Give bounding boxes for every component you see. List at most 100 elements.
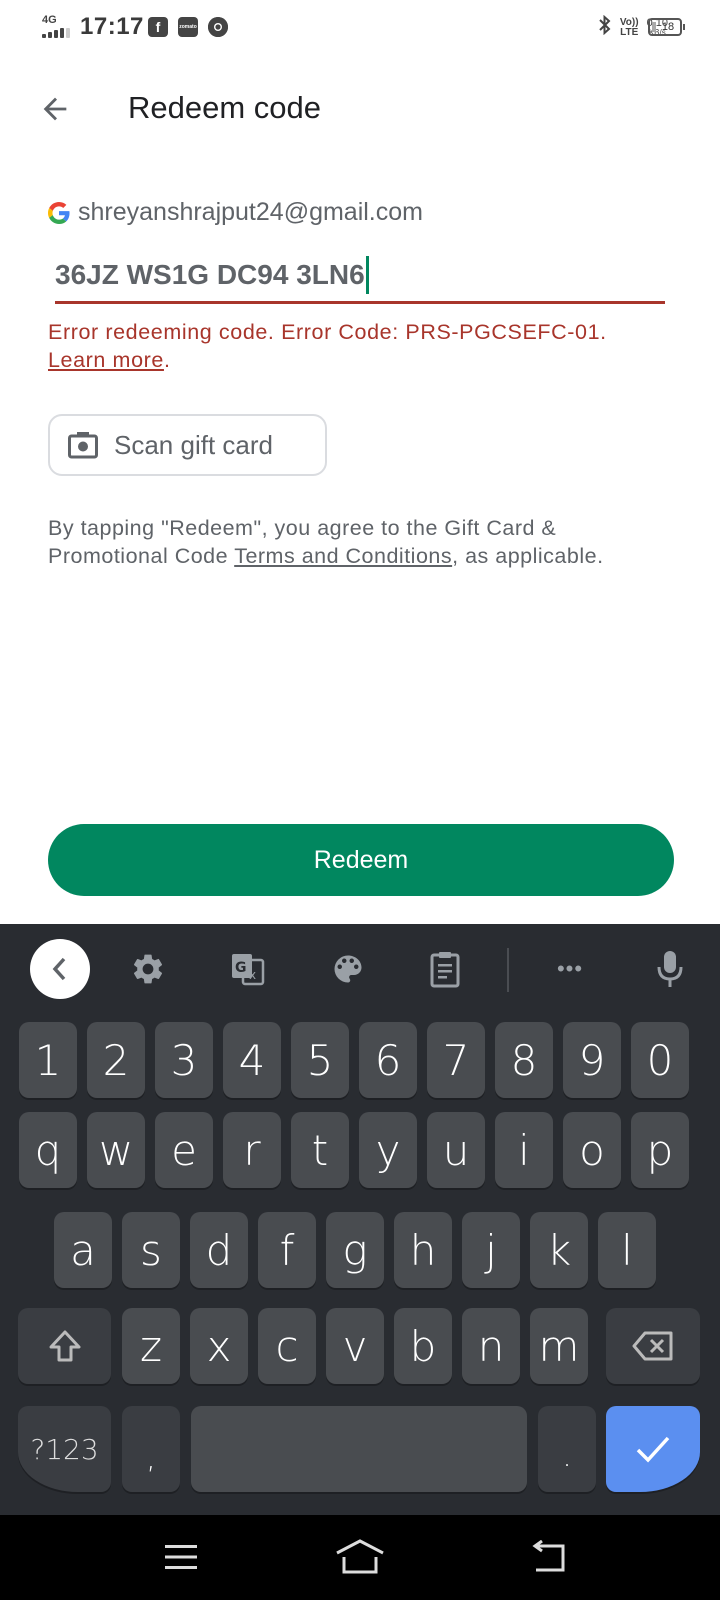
key-w[interactable]: w [87, 1112, 145, 1188]
code-input[interactable]: 36JZ WS1G DC94 3LN6 [55, 250, 665, 304]
key-4[interactable]: 4 [223, 1022, 281, 1098]
app-bar: Redeem code [0, 60, 720, 160]
key-c[interactable]: c [258, 1308, 316, 1384]
text-cursor [365, 256, 369, 294]
key-2[interactable]: 2 [87, 1022, 145, 1098]
key-7[interactable]: 7 [427, 1022, 485, 1098]
key-i[interactable]: i [495, 1112, 553, 1188]
key-s[interactable]: s [122, 1212, 180, 1288]
key-u[interactable]: u [427, 1112, 485, 1188]
keyboard-more-button[interactable]: ••• [540, 939, 600, 999]
menu-icon [165, 1545, 197, 1569]
back-icon [532, 1540, 565, 1572]
key-y[interactable]: y [359, 1112, 417, 1188]
home-icon [336, 1539, 384, 1574]
key-l[interactable]: l [598, 1212, 656, 1288]
shift-icon [49, 1330, 80, 1362]
checkmark-icon [636, 1436, 670, 1463]
code-value: 36JZ WS1G DC94 3LN6 [55, 259, 365, 290]
backspace-key[interactable] [606, 1308, 700, 1384]
keyboard-collapse-button[interactable] [30, 939, 90, 999]
keyboard-clipboard-button[interactable] [415, 939, 475, 999]
battery-icon: 18 [648, 18, 685, 36]
terms-text: By tapping "Redeem", you agree to the Gi… [48, 514, 648, 570]
error-suffix: . [163, 348, 171, 372]
key-1[interactable]: 1 [19, 1022, 77, 1098]
palette-icon [334, 955, 362, 983]
keyboard-theme-button[interactable] [318, 939, 378, 999]
signal-icon [42, 28, 70, 38]
keyboard-toolbar: Gx ••• [0, 924, 720, 1014]
key-6[interactable]: 6 [359, 1022, 417, 1098]
shift-key[interactable] [18, 1308, 111, 1384]
translate-icon: Gx [232, 954, 265, 986]
symbols-key[interactable]: ?123 [18, 1406, 111, 1492]
zomato-icon: zomato [178, 17, 198, 37]
backspace-icon [632, 1331, 673, 1361]
scan-gift-card-button[interactable]: Scan gift card [48, 414, 327, 476]
keyboard: Gx ••• 1234567890qwertyuiopasdfghjklzxcv… [0, 924, 720, 1515]
back-button[interactable] [30, 84, 80, 134]
google-logo-icon [48, 201, 70, 224]
network-type: 4G [42, 14, 57, 26]
key-o[interactable]: o [563, 1112, 621, 1188]
key-d[interactable]: d [190, 1212, 248, 1288]
key-q[interactable]: q [19, 1112, 77, 1188]
key-f[interactable]: f [258, 1212, 316, 1288]
key-n[interactable]: n [462, 1308, 520, 1384]
space-key[interactable] [191, 1406, 527, 1492]
key-v[interactable]: v [326, 1308, 384, 1384]
key-5[interactable]: 5 [291, 1022, 349, 1098]
period-key[interactable]: . [538, 1406, 596, 1492]
status-bar: 4G 17:17 f zomato Vo)) LTE 0.10 KB/s 18 [0, 0, 720, 56]
enter-key[interactable] [606, 1406, 700, 1492]
key-8[interactable]: 8 [495, 1022, 553, 1098]
camera-icon [68, 432, 98, 459]
arrow-back-icon [43, 97, 67, 121]
chrome-icon [208, 17, 228, 37]
key-0[interactable]: 0 [631, 1022, 689, 1098]
key-h[interactable]: h [394, 1212, 452, 1288]
keyboard-voice-button[interactable] [640, 939, 700, 999]
comma-key[interactable]: , [122, 1406, 180, 1492]
learn-more-link[interactable]: Learn more [48, 348, 164, 372]
chevron-left-icon [52, 957, 66, 981]
keyboard-translate-button[interactable]: Gx [218, 939, 278, 999]
key-a[interactable]: a [54, 1212, 112, 1288]
back-nav-button[interactable] [525, 1535, 575, 1579]
key-9[interactable]: 9 [563, 1022, 621, 1098]
terms-link[interactable]: Terms and Conditions [234, 544, 452, 568]
key-g[interactable]: g [326, 1212, 384, 1288]
page-title: Redeem code [128, 90, 322, 125]
key-t[interactable]: t [291, 1112, 349, 1188]
key-z[interactable]: z [122, 1308, 180, 1384]
terms-suffix: , as applicable. [452, 544, 604, 568]
key-j[interactable]: j [462, 1212, 520, 1288]
key-p[interactable]: p [631, 1112, 689, 1188]
account-email: shreyanshrajput24@gmail.com [78, 198, 423, 226]
clipboard-icon [430, 952, 460, 988]
key-e[interactable]: e [155, 1112, 213, 1188]
key-b[interactable]: b [394, 1308, 452, 1384]
facebook-icon: f [148, 17, 168, 37]
error-text: Error redeeming code. Error Code: PRS-PG… [48, 320, 607, 344]
clock: 17:17 [80, 13, 144, 40]
account-row: shreyanshrajput24@gmail.com [48, 198, 423, 227]
key-x[interactable]: x [190, 1308, 248, 1384]
key-r[interactable]: r [223, 1112, 281, 1188]
key-m[interactable]: m [530, 1308, 588, 1384]
key-k[interactable]: k [530, 1212, 588, 1288]
microphone-icon [657, 951, 683, 987]
redeem-button[interactable]: Redeem [48, 824, 674, 896]
key-3[interactable]: 3 [155, 1022, 213, 1098]
toolbar-divider [507, 948, 509, 992]
recents-button[interactable] [156, 1535, 206, 1579]
navigation-bar [0, 1515, 720, 1600]
keyboard-settings-button[interactable] [118, 939, 178, 999]
error-message: Error redeeming code. Error Code: PRS-PG… [48, 318, 688, 374]
battery-level: 18 [661, 21, 675, 33]
svg-text:G: G [235, 960, 247, 976]
svg-text:x: x [249, 968, 256, 982]
home-button[interactable] [335, 1535, 385, 1579]
volte-label: Vo)) [619, 16, 639, 28]
